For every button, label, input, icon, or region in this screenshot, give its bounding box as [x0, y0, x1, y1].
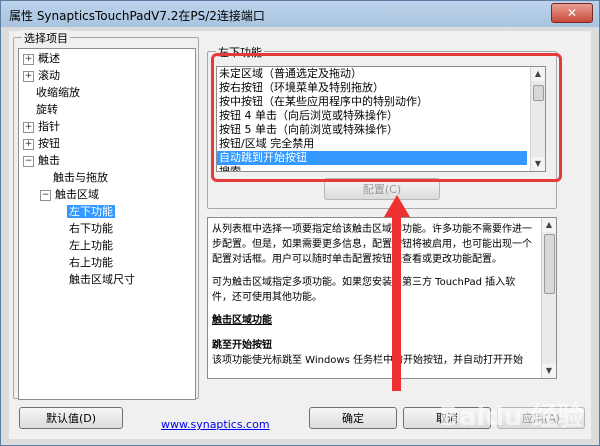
- description-heading: 触击区域功能: [212, 315, 272, 326]
- tree-item-pinch-zoom[interactable]: 收缩缩放: [36, 85, 80, 101]
- tree-item-label: 旋转: [36, 103, 58, 116]
- title-bar[interactable]: 属性 SynapticsTouchPadV7.2在PS/2连接端口 ✕: [1, 1, 599, 27]
- tree-item-label: 指针: [38, 120, 60, 133]
- tree-item-top-left-action[interactable]: 左上功能: [69, 238, 113, 254]
- tree-item-label: 概述: [38, 52, 60, 65]
- expand-icon[interactable]: +: [23, 70, 34, 82]
- description-subheading: 跳至开始按钮: [212, 340, 272, 351]
- watermark-text: Baidu 经验: [439, 402, 584, 432]
- description-text: 从列表框中选择一项要指定给该触击区域的功能。许多功能不需要作进一步配置。但是，如…: [212, 222, 534, 376]
- tree-item-buttons[interactable]: + 按钮: [23, 136, 60, 152]
- defaults-button[interactable]: 默认值(D): [19, 407, 123, 429]
- tree-item-label: 触击区域尺寸: [69, 273, 135, 286]
- tree-item-label: 右下功能: [69, 222, 113, 235]
- description-scrollbar[interactable]: ▲ ▼: [541, 218, 556, 378]
- tree-item-top-right-action[interactable]: 右上功能: [69, 255, 113, 271]
- tree-item-scrolling[interactable]: + 滚动: [23, 68, 60, 84]
- tree-item-tap-zone-size[interactable]: 触击区域尺寸: [69, 272, 135, 288]
- tree-item-label: 触击与拖放: [53, 171, 108, 184]
- tree-item-tap-zones[interactable]: − 触击区域: [40, 187, 99, 203]
- window-title: 属性 SynapticsTouchPadV7.2在PS/2连接端口: [9, 9, 265, 23]
- watermark: Baidu 经验: [439, 396, 583, 433]
- description-paragraph: 可为触击区域指定多项功能。如果您安装了第三方 TouchPad 插入软件，还可使…: [212, 277, 516, 303]
- tree-item-label: 收缩缩放: [36, 86, 80, 99]
- collapse-icon[interactable]: −: [23, 155, 34, 167]
- tree-item-label: 右上功能: [69, 256, 113, 269]
- properties-dialog: 属性 SynapticsTouchPadV7.2在PS/2连接端口 ✕ 选择项目…: [0, 0, 600, 446]
- synaptics-link[interactable]: www.synaptics.com: [161, 418, 270, 431]
- tree-item-bottom-left-action[interactable]: 左下功能: [67, 204, 115, 220]
- tree-item-bottom-right-action[interactable]: 右下功能: [69, 221, 113, 237]
- description-paragraph: 该项功能使光标跳至 Windows 任务栏中的开始按钮，并自动打开开始: [212, 355, 523, 366]
- annotation-arrow-shaft: [392, 213, 401, 391]
- close-icon: ✕: [566, 6, 578, 20]
- tree-item-label: 滚动: [38, 69, 60, 82]
- expand-icon[interactable]: +: [23, 121, 34, 133]
- tree-item-label: 按钮: [38, 137, 60, 150]
- tree-item-label-selected: 左下功能: [67, 205, 115, 218]
- tree-item-label: 触击区域: [55, 188, 99, 201]
- tree-item-rotate[interactable]: 旋转: [36, 102, 58, 118]
- tree-item-overview[interactable]: + 概述: [23, 51, 60, 67]
- scroll-down-icon[interactable]: ▼: [542, 364, 556, 378]
- tree-item-tapping[interactable]: − 触击: [23, 153, 60, 169]
- tree-item-tap-and-drag[interactable]: 触击与拖放: [53, 170, 108, 186]
- scroll-up-icon[interactable]: ▲: [542, 218, 556, 232]
- tree-group: 选择项目 + 概述 + 滚动 收缩缩放 旋转 + 指针 + 按钮 − 触击 触击与拖放 −…: [13, 30, 199, 400]
- description-pane[interactable]: 从列表框中选择一项要指定给该触击区域的功能。许多功能不需要作进一步配置。但是，如…: [207, 217, 557, 379]
- expand-icon[interactable]: +: [23, 138, 34, 150]
- tree-group-label: 选择项目: [22, 30, 70, 46]
- scroll-thumb[interactable]: [544, 234, 555, 294]
- expand-icon[interactable]: +: [23, 53, 34, 65]
- tree-item-label: 左上功能: [69, 239, 113, 252]
- tree-item-pointer[interactable]: + 指针: [23, 119, 60, 135]
- close-button[interactable]: ✕: [551, 3, 593, 23]
- ok-button[interactable]: 确定: [309, 407, 397, 429]
- tree-item-label: 触击: [38, 154, 60, 167]
- description-paragraph: 从列表框中选择一项要指定给该触击区域的功能。许多功能不需要作进一步配置。但是，如…: [212, 224, 532, 265]
- collapse-icon[interactable]: −: [40, 189, 51, 201]
- settings-tree[interactable]: + 概述 + 滚动 收缩缩放 旋转 + 指针 + 按钮 − 触击 触击与拖放 − 触击区域 …: [18, 48, 196, 400]
- annotation-highlight-box: [211, 53, 562, 182]
